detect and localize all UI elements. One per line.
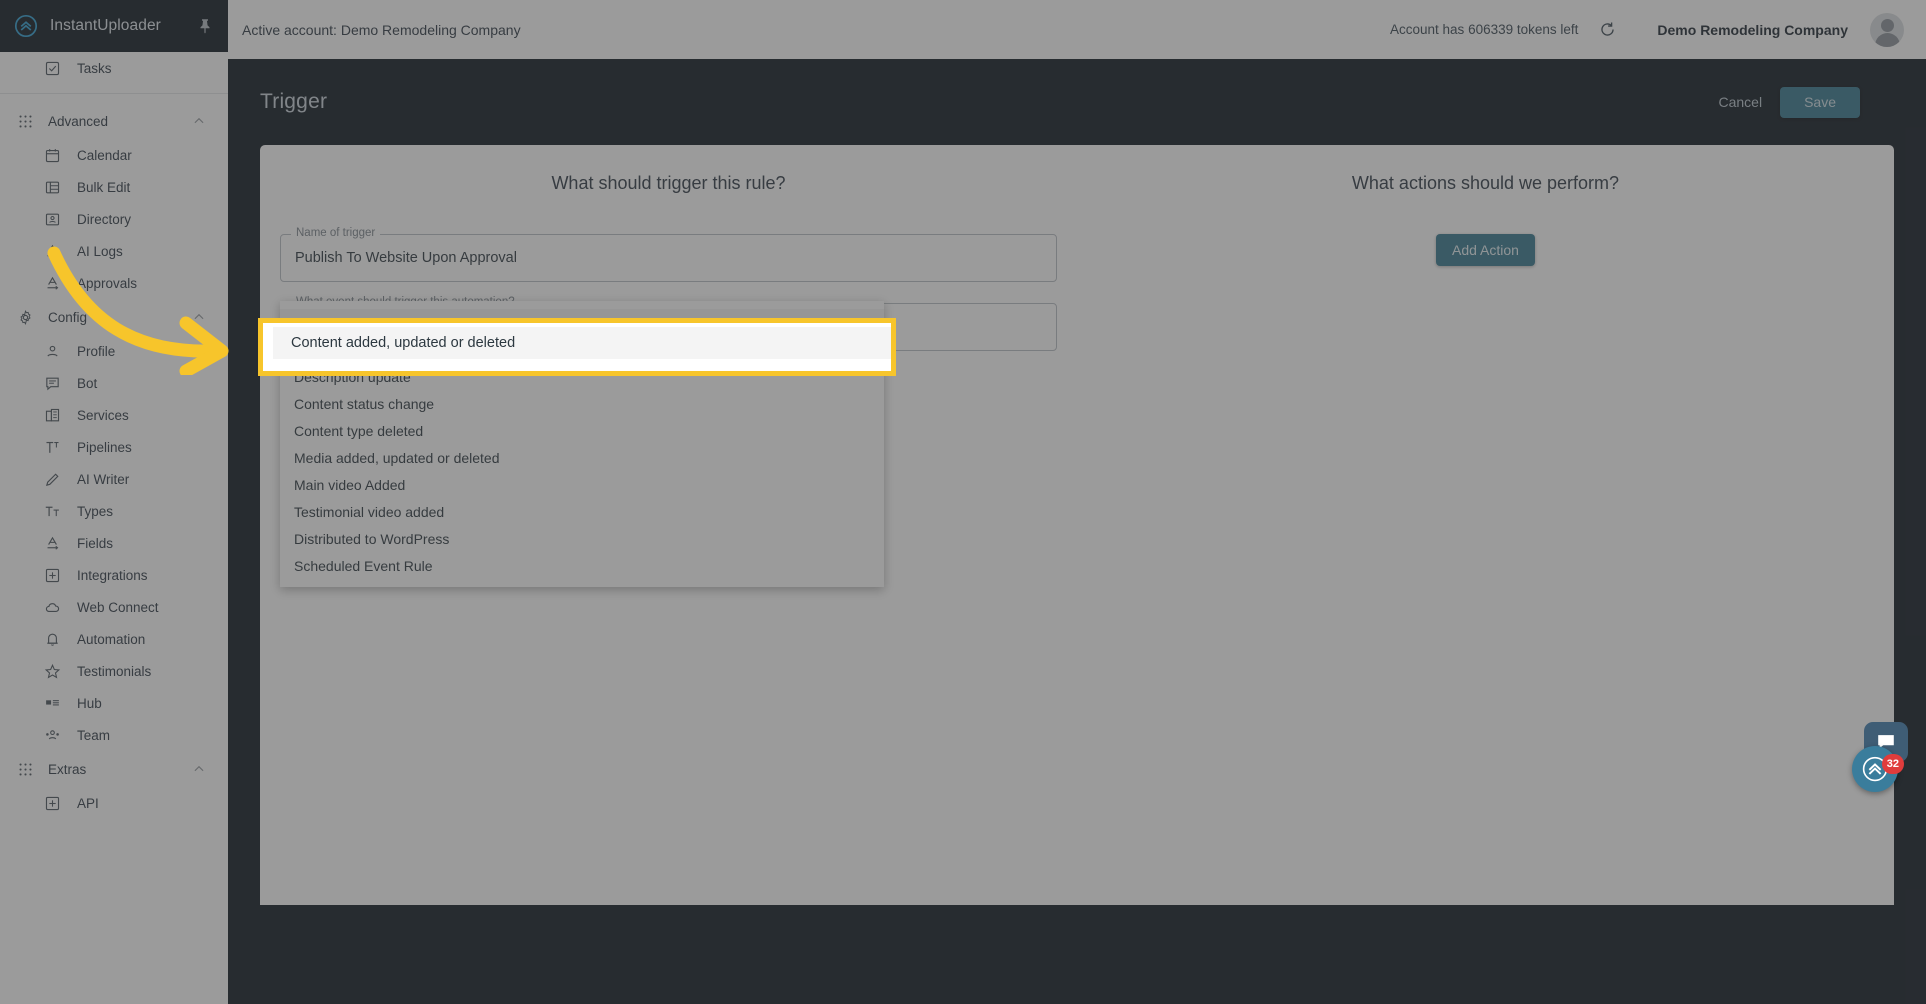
sidebar-item-label: Integrations (77, 568, 148, 583)
dropdown-option[interactable]: Distributed to WordPress (280, 525, 884, 552)
notification-badge: 32 (1882, 754, 1904, 774)
sidebar-item-automation[interactable]: Automation (0, 623, 228, 655)
text-format-icon (44, 535, 61, 552)
account-name-label: Demo Remodeling Company (1657, 22, 1848, 38)
plus-box-icon (44, 567, 61, 584)
sidebar-item-label: Team (77, 728, 110, 743)
sidebar-item-label: Types (77, 504, 113, 519)
sidebar-item-directory[interactable]: Directory (0, 203, 228, 235)
sidebar-item-services[interactable]: Services (0, 399, 228, 431)
sidebar-item-label: AI Writer (77, 472, 129, 487)
sidebar-item-calendar[interactable]: Calendar (0, 139, 228, 171)
sidebar-item-label: Automation (77, 632, 145, 647)
sidebar-item-label: Testimonials (77, 664, 151, 679)
tokens-left-label: Account has 606339 tokens left (1390, 22, 1578, 37)
chevron-up-icon (192, 114, 206, 128)
sidebar-group-advanced[interactable]: Advanced (0, 103, 228, 139)
pin-icon[interactable] (196, 17, 214, 35)
highlighted-dropdown-option[interactable]: Content added, updated or deleted (273, 327, 891, 359)
sidebar-item-integrations[interactable]: Integrations (0, 559, 228, 591)
sidebar-item-label: Services (77, 408, 129, 423)
refresh-icon[interactable] (1598, 20, 1617, 39)
trigger-name-field[interactable]: Name of trigger Publish To Website Upon … (280, 234, 1057, 282)
sidebar-item-fields[interactable]: Fields (0, 527, 228, 559)
curved-arrow-right-icon (40, 245, 240, 375)
sidebar-item-label: Fields (77, 536, 113, 551)
sidebar-item-pipelines[interactable]: Pipelines (0, 431, 228, 463)
sidebar-group-extras[interactable]: Extras (0, 751, 228, 787)
trigger-name-legend: Name of trigger (291, 227, 380, 239)
calendar-icon (44, 147, 61, 164)
sidebar-item-label: Calendar (77, 148, 132, 163)
highlight-box: Content added, updated or deleted (258, 318, 896, 376)
cancel-button[interactable]: Cancel (1700, 87, 1780, 118)
sidebar-item-label: Hub (77, 696, 102, 711)
sidebar-item-tasks[interactable]: Tasks (0, 52, 228, 84)
sidebar-item-label: Bot (77, 376, 97, 391)
sidebar-item-types[interactable]: Types (0, 495, 228, 527)
sidebar-item-hub[interactable]: Hub (0, 687, 228, 719)
sidebar: InstantUploader Tasks (0, 0, 228, 1004)
dropdown-option[interactable]: Content type deleted (280, 417, 884, 444)
sidebar-item-testimonials[interactable]: Testimonials (0, 655, 228, 687)
star-icon (44, 663, 61, 680)
avatar[interactable] (1870, 13, 1904, 47)
dropdown-option[interactable]: Media added, updated or deleted (280, 444, 884, 471)
bell-icon (44, 631, 61, 648)
actions-column: What actions should we perform? Add Acti… (1077, 145, 1894, 905)
chat-lines-icon (44, 375, 61, 392)
cloud-icon (44, 599, 61, 616)
main-area: Active account: Demo Remodeling Company … (228, 0, 1926, 1004)
sidebar-item-label: API (77, 796, 99, 811)
trigger-name-value: Publish To Website Upon Approval (295, 250, 517, 266)
text-fields-icon (44, 503, 61, 520)
sidebar-item-label: Web Connect (77, 600, 159, 615)
sidebar-divider (0, 93, 228, 94)
sidebar-item-team[interactable]: Team (0, 719, 228, 751)
dropdown-option[interactable]: Main video Added (280, 471, 884, 498)
page-title: Trigger (260, 90, 1700, 114)
sidebar-item-label: Bulk Edit (77, 180, 130, 195)
people-icon (44, 727, 61, 744)
chevron-up-icon (192, 762, 206, 776)
add-action-button[interactable]: Add Action (1436, 234, 1535, 266)
avatar-body (1875, 33, 1900, 47)
brand-name: InstantUploader (50, 17, 184, 35)
topbar: Active account: Demo Remodeling Company … (228, 0, 1926, 59)
sidebar-group-label: Advanced (48, 114, 178, 129)
actions-column-heading: What actions should we perform? (1077, 173, 1894, 194)
text-size-icon (44, 439, 61, 456)
sidebar-item-ai-writer[interactable]: AI Writer (0, 463, 228, 495)
article-icon (44, 695, 61, 712)
save-button[interactable]: Save (1780, 87, 1860, 118)
plus-box-icon (44, 795, 61, 812)
sidebar-item-label: Tasks (77, 61, 112, 76)
checkbox-icon (44, 60, 61, 77)
avatar-head (1881, 19, 1894, 32)
dropdown-option[interactable]: Testimonial video added (280, 498, 884, 525)
dropdown-option[interactable]: Content status change (280, 390, 884, 417)
trigger-card: What should trigger this rule? Name of t… (260, 145, 1894, 905)
id-card-icon (44, 211, 61, 228)
dropdown-option[interactable]: Scheduled Event Rule (280, 552, 884, 579)
trigger-column: What should trigger this rule? Name of t… (260, 145, 1077, 905)
grid-dots-icon (17, 761, 34, 778)
sidebar-brand: InstantUploader (0, 0, 228, 52)
gear-icon (17, 309, 34, 326)
sidebar-item-api[interactable]: API (0, 787, 228, 819)
sidebar-group-label: Extras (48, 762, 178, 777)
chevrons-up-circle-icon (14, 14, 38, 38)
grid-dots-icon (17, 113, 34, 130)
pencil-icon (44, 471, 61, 488)
sidebar-item-label: Pipelines (77, 440, 132, 455)
table-rows-icon (44, 179, 61, 196)
sidebar-item-web-connect[interactable]: Web Connect (0, 591, 228, 623)
building-icon (44, 407, 61, 424)
active-account-label: Active account: Demo Remodeling Company (242, 22, 1380, 38)
trigger-column-heading: What should trigger this rule? (260, 173, 1077, 194)
sidebar-item-bulk-edit[interactable]: Bulk Edit (0, 171, 228, 203)
sidebar-item-label: Directory (77, 212, 131, 227)
sidebar-nav: Tasks Advanced (0, 52, 228, 1004)
page-header: Trigger Cancel Save (228, 59, 1926, 145)
